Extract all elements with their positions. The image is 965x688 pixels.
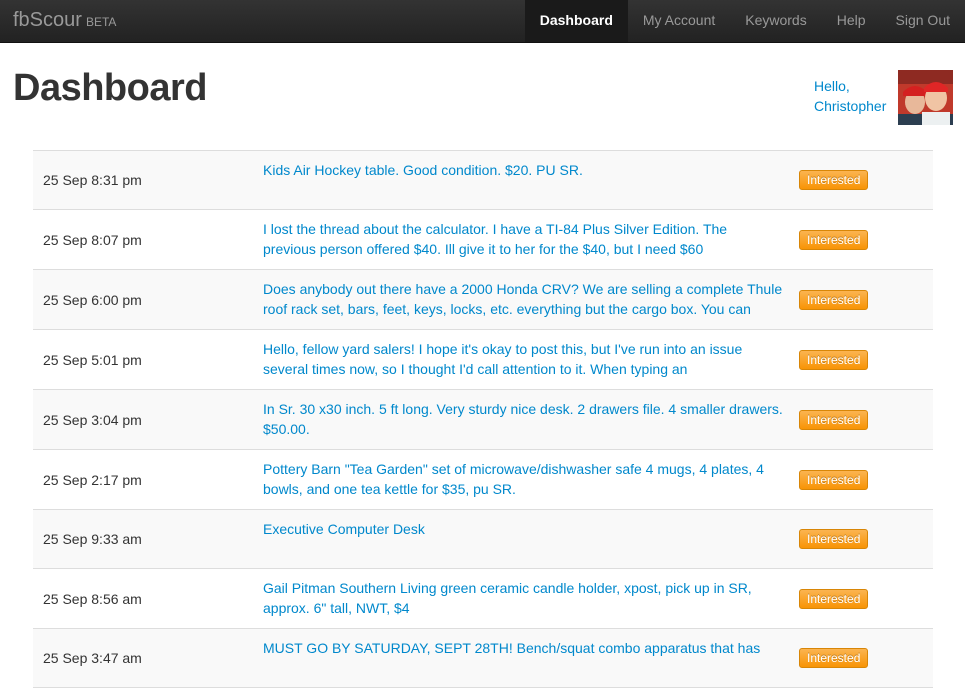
post-link[interactable]: Kids Air Hockey table. Good condition. $… (263, 151, 783, 190)
post-row: 25 Sep 3:47 am MUST GO BY SATURDAY, SEPT… (33, 629, 933, 688)
post-link[interactable]: Gail Pitman Southern Living green cerami… (263, 569, 783, 628)
nav-help[interactable]: Help (822, 0, 881, 42)
user-greeting[interactable]: Hello, Christopher (814, 76, 894, 116)
post-row: 25 Sep 6:00 pm Does anybody out there ha… (33, 270, 933, 330)
post-row: 25 Sep 5:01 pm Hello, fellow yard salers… (33, 330, 933, 390)
post-time: 25 Sep 3:04 pm (43, 411, 142, 428)
brand-beta-tag: BETA (85, 15, 117, 29)
nav-my-account[interactable]: My Account (628, 0, 730, 42)
avatar-photo-icon (898, 70, 953, 125)
interested-badge[interactable]: Interested (799, 588, 869, 609)
post-link[interactable]: Hello, fellow yard salers! I hope it's o… (263, 330, 783, 389)
post-feed: 25 Sep 8:31 pm Kids Air Hockey table. Go… (33, 150, 933, 688)
user-avatar[interactable] (898, 70, 953, 125)
interested-badge[interactable]: Interested (799, 289, 869, 310)
post-time: 25 Sep 3:47 am (43, 650, 142, 666)
interested-badge[interactable]: Interested (799, 229, 869, 250)
post-row: 25 Sep 8:56 am Gail Pitman Southern Livi… (33, 569, 933, 629)
top-navbar: fbScour BETA Dashboard My Account Keyword… (0, 0, 965, 43)
brand-logo[interactable]: fbScour BETA (13, 9, 116, 32)
interested-badge[interactable]: Interested (799, 170, 869, 190)
post-time: 25 Sep 9:33 am (43, 531, 142, 547)
post-row: 25 Sep 2:17 pm Pottery Barn "Tea Garden"… (33, 450, 933, 510)
post-time: 25 Sep 8:31 pm (43, 172, 142, 188)
post-time: 25 Sep 6:00 pm (43, 291, 142, 308)
post-link[interactable]: Does anybody out there have a 2000 Honda… (263, 270, 783, 329)
greeting-username: Christopher (814, 98, 887, 114)
post-row: 25 Sep 8:31 pm Kids Air Hockey table. Go… (33, 151, 933, 210)
post-link[interactable]: I lost the thread about the calculator. … (263, 210, 783, 269)
brand-name: fbScour (13, 9, 82, 31)
post-time: 25 Sep 8:56 am (43, 590, 142, 607)
main-nav: Dashboard My Account Keywords Help Sign … (524, 0, 965, 42)
interested-badge[interactable]: Interested (799, 469, 869, 490)
interested-badge[interactable]: Interested (799, 349, 869, 370)
post-time: 25 Sep 5:01 pm (43, 351, 142, 368)
post-time: 25 Sep 8:07 pm (43, 231, 142, 248)
post-row: 25 Sep 3:04 pm In Sr. 30 x30 inch. 5 ft … (33, 390, 933, 450)
post-link[interactable]: MUST GO BY SATURDAY, SEPT 28TH! Bench/sq… (263, 629, 783, 668)
post-link[interactable]: In Sr. 30 x30 inch. 5 ft long. Very stur… (263, 390, 783, 449)
interested-badge[interactable]: Interested (799, 409, 869, 430)
post-time: 25 Sep 2:17 pm (43, 471, 142, 488)
interested-badge[interactable]: Interested (799, 529, 869, 549)
nav-dashboard[interactable]: Dashboard (524, 0, 628, 42)
post-link[interactable]: Pottery Barn "Tea Garden" set of microwa… (263, 450, 783, 509)
interested-badge[interactable]: Interested (799, 648, 869, 668)
page-title: Dashboard (13, 67, 207, 109)
post-link[interactable]: Executive Computer Desk (263, 510, 783, 549)
post-row: 25 Sep 8:07 pm I lost the thread about t… (33, 210, 933, 270)
nav-sign-out[interactable]: Sign Out (881, 0, 965, 42)
greeting-hello: Hello, (814, 78, 850, 94)
nav-keywords[interactable]: Keywords (730, 0, 821, 42)
post-row: 25 Sep 9:33 am Executive Computer Desk I… (33, 510, 933, 569)
